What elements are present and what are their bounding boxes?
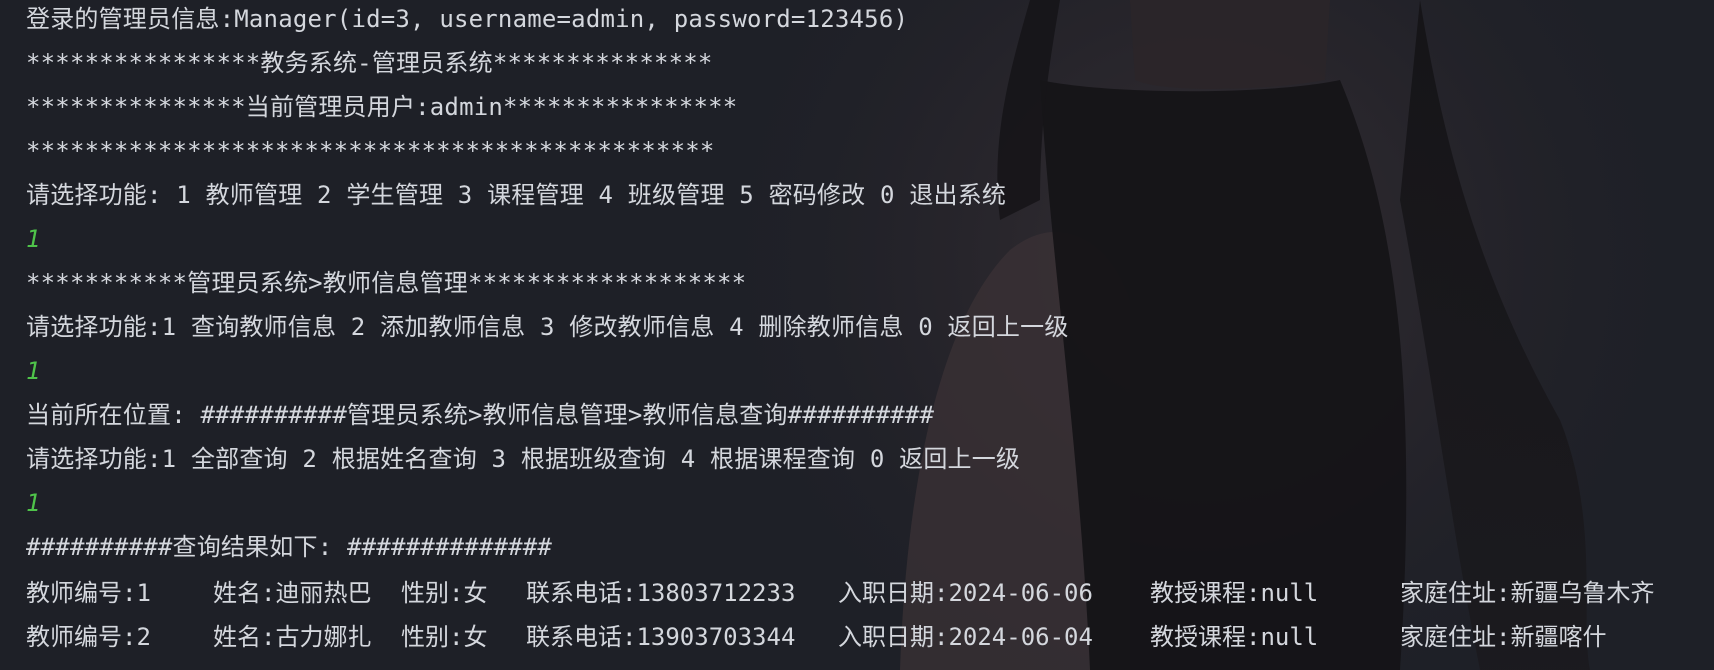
- teacher-hire-date: 入职日期:2024-06-06: [838, 579, 1093, 607]
- console-line: 请选择功能:1 查询教师信息 2 添加教师信息 3 修改教师信息 4 删除教师信…: [26, 313, 1069, 341]
- console-line: ***********管理员系统>教师信息管理*****************…: [26, 269, 747, 297]
- teacher-course: 教授课程:null: [1150, 579, 1319, 607]
- console-line: ##########查询结果如下: ##############: [26, 533, 553, 561]
- console-input-line: 1: [26, 225, 41, 253]
- teacher-id: 教师编号:2: [26, 623, 151, 651]
- console-line: 当前所在位置: ##########管理员系统>教师信息管理>教师信息查询###…: [26, 401, 935, 429]
- console-line: ****************************************…: [26, 137, 715, 165]
- console-input-line: 1: [26, 489, 41, 517]
- teacher-address: 家庭住址:新疆喀什: [1400, 623, 1607, 651]
- console-line: ***************当前管理员用户:admin************…: [26, 93, 738, 121]
- teacher-row: 教师编号:1 姓名:迪丽热巴 性别:女 联系电话:13803712233 入职日…: [26, 578, 1706, 608]
- console-input-line: 1: [26, 357, 41, 385]
- console-line: 请选择功能: 1 教师管理 2 学生管理 3 课程管理 4 班级管理 5 密码修…: [26, 181, 1007, 209]
- teacher-phone: 联系电话:13803712233: [526, 579, 796, 607]
- teacher-name: 姓名:古力娜扎: [213, 623, 372, 651]
- teacher-hire-date: 入职日期:2024-06-04: [838, 623, 1093, 651]
- teacher-course: 教授课程:null: [1150, 623, 1319, 651]
- teacher-gender: 性别:女: [401, 579, 488, 607]
- teacher-address: 家庭住址:新疆乌鲁木齐: [1400, 579, 1655, 607]
- teacher-id: 教师编号:1: [26, 579, 151, 607]
- console-window[interactable]: 登录的管理员信息:Manager(id=3, username=admin, p…: [0, 0, 1714, 670]
- console-line: ****************教务系统-管理员系统**************…: [26, 49, 713, 77]
- teacher-gender: 性别:女: [401, 623, 488, 651]
- teacher-phone: 联系电话:13903703344: [526, 623, 796, 651]
- console-line: 登录的管理员信息:Manager(id=3, username=admin, p…: [26, 5, 909, 33]
- console-line: 请选择功能:1 全部查询 2 根据姓名查询 3 根据班级查询 4 根据课程查询 …: [26, 445, 1021, 473]
- teacher-name: 姓名:迪丽热巴: [213, 579, 372, 607]
- teacher-row: 教师编号:2 姓名:古力娜扎 性别:女 联系电话:13903703344 入职日…: [26, 622, 1706, 652]
